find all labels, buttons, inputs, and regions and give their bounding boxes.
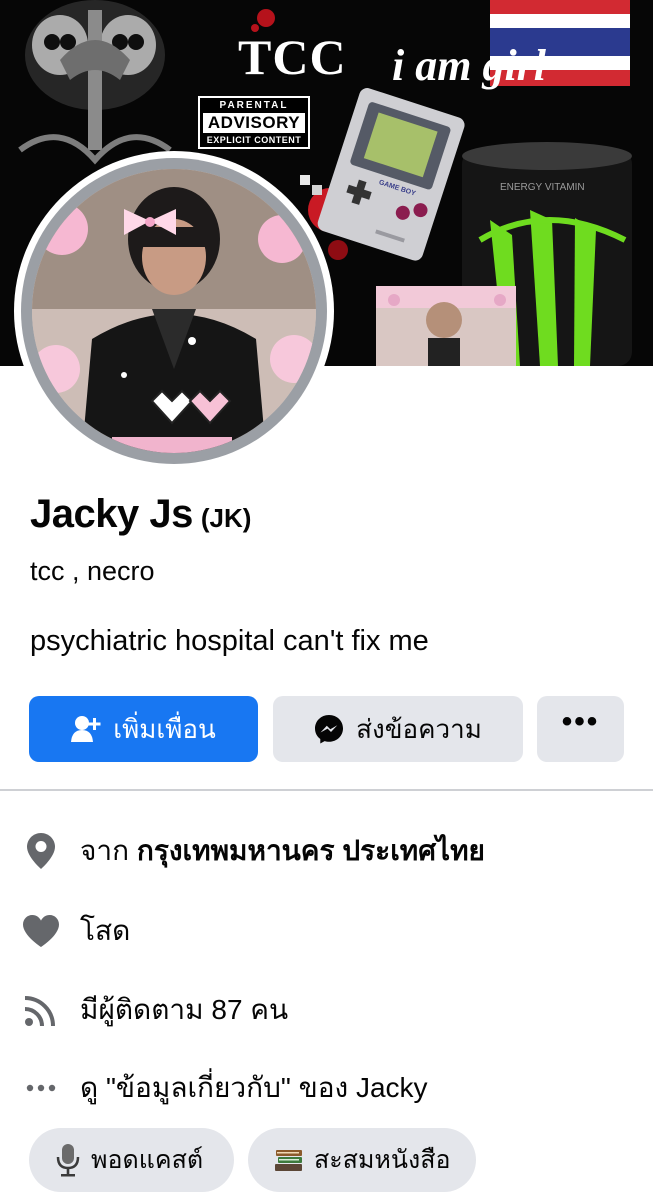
alternate-name: (JK)	[200, 503, 252, 533]
see-about-label: ดู "ข้อมูลเกี่ยวกับ" ของ Jacky	[80, 1072, 428, 1103]
message-button[interactable]: ส่งข้อความ	[273, 696, 523, 762]
add-friend-icon	[71, 715, 101, 743]
rss-feed-icon	[22, 993, 60, 1027]
chip-label: พอดแคสต์	[91, 1146, 204, 1174]
avatar-ring	[21, 158, 327, 464]
more-icon: •••	[561, 705, 600, 738]
flag-stripe	[490, 14, 630, 28]
section-divider	[0, 789, 653, 791]
hometown-prefix: จาก	[80, 835, 130, 866]
hobby-chip-book-collecting[interactable]: สะสมหนังสือ	[248, 1128, 476, 1192]
microphone-icon	[55, 1143, 81, 1177]
small-photo	[376, 286, 516, 366]
gameboy-image: GAME BOY	[317, 88, 465, 261]
cover-text-tcc: TCC	[238, 29, 347, 85]
chip-label: สะสมหนังสือ	[314, 1146, 451, 1174]
profile-name-row: Jacky Js (JK)	[30, 492, 251, 537]
parental-advisory-label: PARENTAL ADVISORY EXPLICIT CONTENT	[198, 96, 310, 149]
flag-stripe	[490, 0, 630, 14]
advisory-top: PARENTAL	[219, 100, 289, 111]
profile-bio: psychiatric hospital can't fix me	[30, 625, 429, 657]
messenger-icon	[314, 714, 344, 744]
more-options-button[interactable]: •••	[537, 696, 624, 762]
message-label: ส่งข้อความ	[356, 713, 482, 744]
hometown-place[interactable]: กรุงเทพมหานคร ประเทศไทย	[137, 829, 485, 873]
svg-text:ENERGY VITAMIN: ENERGY VITAMIN	[500, 182, 585, 193]
cover-text-girl: i am girl	[392, 41, 547, 90]
add-friend-label: เพิ่มเพื่อน	[113, 713, 216, 744]
intro-hometown: จาก กรุงเทพมหานคร ประเทศไทย	[22, 829, 485, 873]
profile-picture[interactable]	[14, 151, 334, 471]
avatar-artwork	[32, 169, 316, 453]
more-dots-icon	[22, 1084, 60, 1092]
intro-see-about[interactable]: ดู "ข้อมูลเกี่ยวกับ" ของ Jacky	[22, 1066, 428, 1110]
books-icon	[274, 1147, 304, 1173]
avatar	[32, 169, 316, 453]
hobby-chip-podcast[interactable]: พอดแคสต์	[29, 1128, 234, 1192]
intro-relationship: โสด	[22, 909, 130, 953]
heart-icon	[22, 914, 60, 948]
intro-followers[interactable]: มีผู้ติดตาม 87 คน	[22, 988, 288, 1032]
advisory-bottom: EXPLICIT CONTENT	[206, 135, 302, 145]
followers-count: มีผู้ติดตาม 87 คน	[80, 994, 289, 1025]
location-pin-icon	[22, 833, 60, 869]
relationship-status: โสด	[80, 915, 131, 946]
advisory-main: ADVISORY	[203, 113, 305, 133]
profile-name: Jacky Js	[30, 492, 193, 536]
skull-ornament	[18, 0, 172, 165]
profile-subtitle: tcc , necro	[30, 556, 155, 586]
add-friend-button[interactable]: เพิ่มเพื่อน	[29, 696, 258, 762]
